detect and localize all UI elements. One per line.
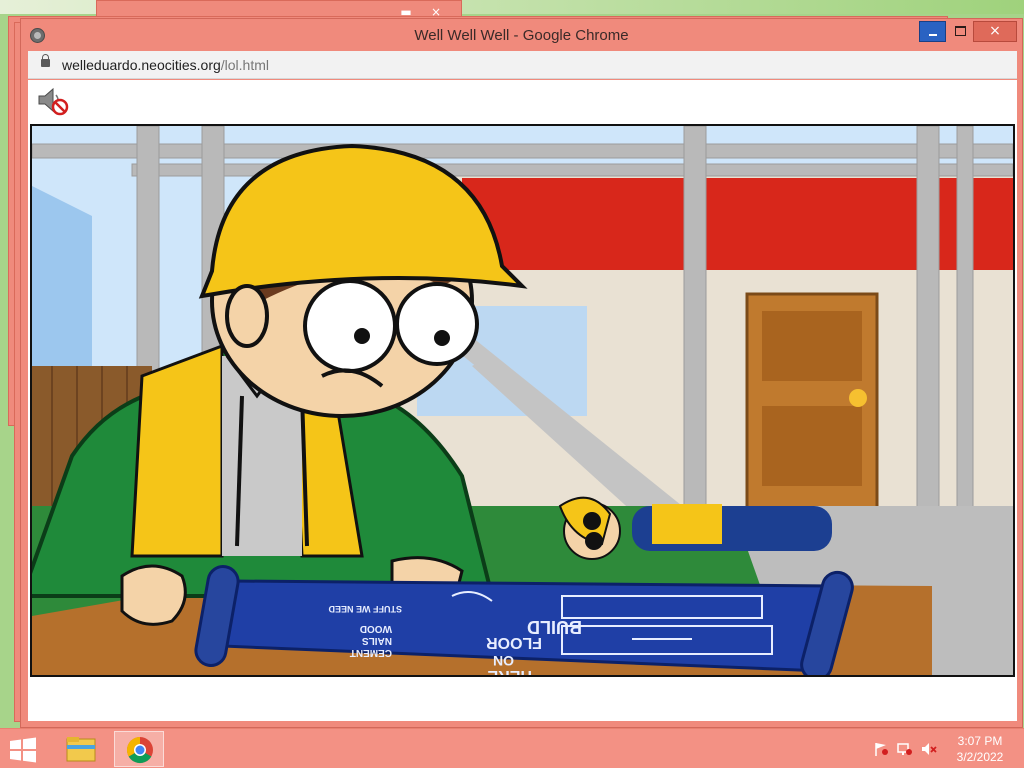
blueprint-text-on: ON <box>493 653 514 669</box>
page-content: BUILD FLOOR ON HERE WOOD NAILS CEMENT ST… <box>28 80 1017 721</box>
blueprint-text-here: HERE <box>487 667 532 675</box>
clock-date: 3/2/2022 <box>956 750 1004 764</box>
url-text[interactable]: welleduardo.neocities.org/lol.html <box>62 51 269 79</box>
network-icon[interactable] <box>897 742 913 756</box>
close-icon: × <box>989 23 1001 39</box>
blueprint-text-cement: CEMENT <box>350 647 392 658</box>
blueprint-text-floor: FLOOR <box>486 634 542 651</box>
start-button[interactable] <box>8 737 38 763</box>
video-frame[interactable]: BUILD FLOOR ON HERE WOOD NAILS CEMENT ST… <box>30 124 1015 677</box>
speaker-muted-icon[interactable] <box>36 86 70 116</box>
address-bar[interactable]: welleduardo.neocities.org/lol.html <box>28 51 1017 79</box>
blueprint-text-stuff: STUFF WE NEED <box>328 604 402 614</box>
taskbar-google-chrome[interactable] <box>114 731 164 767</box>
lock-icon[interactable] <box>41 54 50 67</box>
cartoon-scene: BUILD FLOOR ON HERE WOOD NAILS CEMENT ST… <box>32 126 1013 675</box>
maximize-button[interactable] <box>947 21 973 42</box>
taskbar: 3:07 PM 3/2/2022 <box>0 728 1024 768</box>
minimize-button[interactable] <box>919 21 946 42</box>
system-clock[interactable]: 3:07 PM 3/2/2022 <box>950 733 1010 765</box>
taskbar-file-explorer[interactable] <box>56 731 106 767</box>
volume-muted-icon[interactable] <box>921 742 937 756</box>
url-path: /lol.html <box>220 57 269 73</box>
blueprint-text-build: BUILD <box>527 617 582 637</box>
blueprint-text-wood: WOOD <box>360 623 392 634</box>
chrome-window[interactable]: Well Well Well - Google Chrome × welledu… <box>20 18 1023 728</box>
url-host: welleduardo.neocities.org <box>62 57 221 73</box>
clock-time: 3:07 PM <box>957 734 1003 748</box>
lying-worker <box>558 496 832 560</box>
window-title: Well Well Well - Google Chrome <box>414 27 629 44</box>
window-titlebar[interactable]: Well Well Well - Google Chrome × <box>21 19 1022 51</box>
folder-icon <box>66 737 96 762</box>
close-button[interactable]: × <box>973 21 1017 42</box>
action-center-flag-icon[interactable] <box>873 742 889 756</box>
chrome-icon <box>126 736 153 764</box>
blueprint-text-nails: NAILS <box>362 635 392 646</box>
